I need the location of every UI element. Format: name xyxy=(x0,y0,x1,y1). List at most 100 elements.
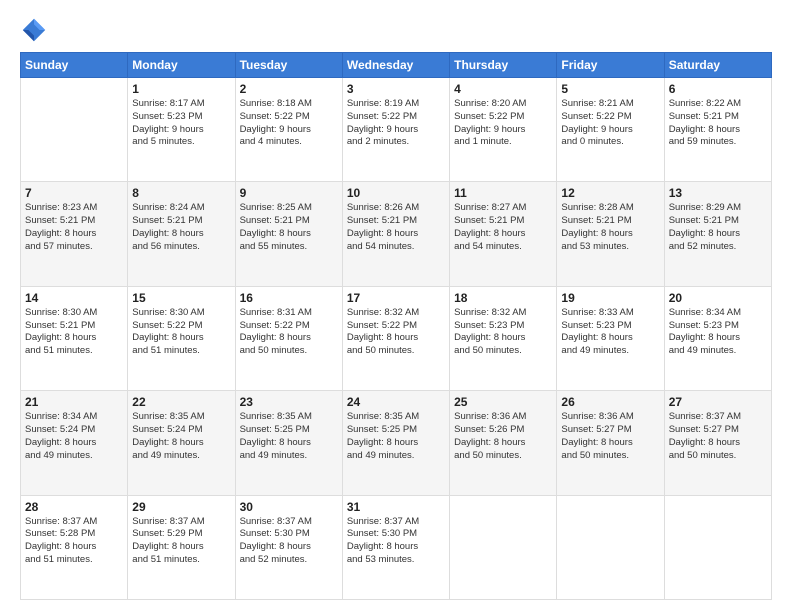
calendar-cell: 21 Sunrise: 8:34 AM Sunset: 5:24 PM Dayli… xyxy=(21,391,128,495)
day-number: 27 xyxy=(669,395,767,409)
day-number: 18 xyxy=(454,291,552,305)
header-day-saturday: Saturday xyxy=(664,53,771,78)
day-number: 16 xyxy=(240,291,338,305)
cell-info: Sunrise: 8:30 AM Sunset: 5:21 PM Dayligh… xyxy=(25,307,123,358)
calendar-cell: 9Sunrise: 8:25 AM Sunset: 5:21 PM Daylig… xyxy=(235,182,342,286)
calendar-cell: 20 Sunrise: 8:34 AM Sunset: 5:23 PM Dayli… xyxy=(664,286,771,390)
calendar-cell: 27 Sunrise: 8:37 AM Sunset: 5:27 PM Dayli… xyxy=(664,391,771,495)
calendar-cell: 28 Sunrise: 8:37 AM Sunset: 5:28 PM Dayli… xyxy=(21,495,128,599)
cell-info: Sunrise: 8:37 AM Sunset: 5:29 PM Dayligh… xyxy=(132,516,230,567)
day-number: 4 xyxy=(454,82,552,96)
day-number: 26 xyxy=(561,395,659,409)
day-number: 24 xyxy=(347,395,445,409)
calendar-cell: 29Sunrise: 8:37 AM Sunset: 5:29 PM Dayli… xyxy=(128,495,235,599)
cell-info: Sunrise: 8:36 AM Sunset: 5:26 PM Dayligh… xyxy=(454,411,552,462)
calendar-cell: 23Sunrise: 8:35 AM Sunset: 5:25 PM Dayli… xyxy=(235,391,342,495)
logo xyxy=(20,16,52,44)
cell-info: Sunrise: 8:36 AM Sunset: 5:27 PM Dayligh… xyxy=(561,411,659,462)
cell-info: Sunrise: 8:20 AM Sunset: 5:22 PM Dayligh… xyxy=(454,98,552,149)
day-number: 10 xyxy=(347,186,445,200)
day-number: 7 xyxy=(25,186,123,200)
cell-info: Sunrise: 8:24 AM Sunset: 5:21 PM Dayligh… xyxy=(132,202,230,253)
day-number: 5 xyxy=(561,82,659,96)
header-day-friday: Friday xyxy=(557,53,664,78)
calendar-cell: 19Sunrise: 8:33 AM Sunset: 5:23 PM Dayli… xyxy=(557,286,664,390)
cell-info: Sunrise: 8:22 AM Sunset: 5:21 PM Dayligh… xyxy=(669,98,767,149)
calendar-cell: 31 Sunrise: 8:37 AM Sunset: 5:30 PM Dayli… xyxy=(342,495,449,599)
day-number: 28 xyxy=(25,500,123,514)
cell-info: Sunrise: 8:34 AM Sunset: 5:24 PM Dayligh… xyxy=(25,411,123,462)
cell-info: Sunrise: 8:32 AM Sunset: 5:22 PM Dayligh… xyxy=(347,307,445,358)
day-number: 25 xyxy=(454,395,552,409)
calendar-cell xyxy=(664,495,771,599)
header-day-tuesday: Tuesday xyxy=(235,53,342,78)
calendar-week-row: 21 Sunrise: 8:34 AM Sunset: 5:24 PM Dayli… xyxy=(21,391,772,495)
calendar-week-row: 28 Sunrise: 8:37 AM Sunset: 5:28 PM Dayli… xyxy=(21,495,772,599)
day-number: 9 xyxy=(240,186,338,200)
calendar-cell: 14 Sunrise: 8:30 AM Sunset: 5:21 PM Dayli… xyxy=(21,286,128,390)
header-day-sunday: Sunday xyxy=(21,53,128,78)
day-number: 20 xyxy=(669,291,767,305)
calendar-cell: 3 Sunrise: 8:19 AM Sunset: 5:22 PM Daylig… xyxy=(342,78,449,182)
day-number: 14 xyxy=(25,291,123,305)
day-number: 8 xyxy=(132,186,230,200)
calendar-table: SundayMondayTuesdayWednesdayThursdayFrid… xyxy=(20,52,772,600)
cell-info: Sunrise: 8:17 AM Sunset: 5:23 PM Dayligh… xyxy=(132,98,230,149)
day-number: 13 xyxy=(669,186,767,200)
day-number: 21 xyxy=(25,395,123,409)
cell-info: Sunrise: 8:28 AM Sunset: 5:21 PM Dayligh… xyxy=(561,202,659,253)
header-day-thursday: Thursday xyxy=(450,53,557,78)
page: SundayMondayTuesdayWednesdayThursdayFrid… xyxy=(0,0,792,612)
calendar-cell: 5 Sunrise: 8:21 AM Sunset: 5:22 PM Daylig… xyxy=(557,78,664,182)
calendar-cell: 10 Sunrise: 8:26 AM Sunset: 5:21 PM Dayli… xyxy=(342,182,449,286)
day-number: 12 xyxy=(561,186,659,200)
calendar-header-row: SundayMondayTuesdayWednesdayThursdayFrid… xyxy=(21,53,772,78)
cell-info: Sunrise: 8:37 AM Sunset: 5:28 PM Dayligh… xyxy=(25,516,123,567)
calendar-cell: 11Sunrise: 8:27 AM Sunset: 5:21 PM Dayli… xyxy=(450,182,557,286)
calendar-cell: 24 Sunrise: 8:35 AM Sunset: 5:25 PM Dayli… xyxy=(342,391,449,495)
calendar-cell: 30Sunrise: 8:37 AM Sunset: 5:30 PM Dayli… xyxy=(235,495,342,599)
calendar-cell: 1 Sunrise: 8:17 AM Sunset: 5:23 PM Daylig… xyxy=(128,78,235,182)
calendar-cell: 18 Sunrise: 8:32 AM Sunset: 5:23 PM Dayli… xyxy=(450,286,557,390)
calendar-cell: 16Sunrise: 8:31 AM Sunset: 5:22 PM Dayli… xyxy=(235,286,342,390)
day-number: 3 xyxy=(347,82,445,96)
day-number: 6 xyxy=(669,82,767,96)
calendar-cell: 7 Sunrise: 8:23 AM Sunset: 5:21 PM Daylig… xyxy=(21,182,128,286)
cell-info: Sunrise: 8:37 AM Sunset: 5:30 PM Dayligh… xyxy=(347,516,445,567)
calendar-cell: 25 Sunrise: 8:36 AM Sunset: 5:26 PM Dayli… xyxy=(450,391,557,495)
calendar-cell: 12 Sunrise: 8:28 AM Sunset: 5:21 PM Dayli… xyxy=(557,182,664,286)
calendar-cell: 2 Sunrise: 8:18 AM Sunset: 5:22 PM Daylig… xyxy=(235,78,342,182)
day-number: 22 xyxy=(132,395,230,409)
header-day-wednesday: Wednesday xyxy=(342,53,449,78)
cell-info: Sunrise: 8:35 AM Sunset: 5:24 PM Dayligh… xyxy=(132,411,230,462)
cell-info: Sunrise: 8:37 AM Sunset: 5:30 PM Dayligh… xyxy=(240,516,338,567)
calendar-cell: 17 Sunrise: 8:32 AM Sunset: 5:22 PM Dayli… xyxy=(342,286,449,390)
cell-info: Sunrise: 8:21 AM Sunset: 5:22 PM Dayligh… xyxy=(561,98,659,149)
day-number: 15 xyxy=(132,291,230,305)
day-number: 2 xyxy=(240,82,338,96)
calendar-cell xyxy=(21,78,128,182)
day-number: 31 xyxy=(347,500,445,514)
cell-info: Sunrise: 8:34 AM Sunset: 5:23 PM Dayligh… xyxy=(669,307,767,358)
cell-info: Sunrise: 8:27 AM Sunset: 5:21 PM Dayligh… xyxy=(454,202,552,253)
day-number: 17 xyxy=(347,291,445,305)
calendar-cell: 26 Sunrise: 8:36 AM Sunset: 5:27 PM Dayli… xyxy=(557,391,664,495)
cell-info: Sunrise: 8:32 AM Sunset: 5:23 PM Dayligh… xyxy=(454,307,552,358)
cell-info: Sunrise: 8:18 AM Sunset: 5:22 PM Dayligh… xyxy=(240,98,338,149)
cell-info: Sunrise: 8:37 AM Sunset: 5:27 PM Dayligh… xyxy=(669,411,767,462)
day-number: 23 xyxy=(240,395,338,409)
calendar-cell: 22 Sunrise: 8:35 AM Sunset: 5:24 PM Dayli… xyxy=(128,391,235,495)
day-number: 1 xyxy=(132,82,230,96)
cell-info: Sunrise: 8:23 AM Sunset: 5:21 PM Dayligh… xyxy=(25,202,123,253)
cell-info: Sunrise: 8:35 AM Sunset: 5:25 PM Dayligh… xyxy=(347,411,445,462)
cell-info: Sunrise: 8:29 AM Sunset: 5:21 PM Dayligh… xyxy=(669,202,767,253)
calendar-cell xyxy=(557,495,664,599)
calendar-cell: 15 Sunrise: 8:30 AM Sunset: 5:22 PM Dayli… xyxy=(128,286,235,390)
cell-info: Sunrise: 8:30 AM Sunset: 5:22 PM Dayligh… xyxy=(132,307,230,358)
calendar-cell: 8 Sunrise: 8:24 AM Sunset: 5:21 PM Daylig… xyxy=(128,182,235,286)
header-day-monday: Monday xyxy=(128,53,235,78)
header xyxy=(20,16,772,44)
cell-info: Sunrise: 8:26 AM Sunset: 5:21 PM Dayligh… xyxy=(347,202,445,253)
cell-info: Sunrise: 8:19 AM Sunset: 5:22 PM Dayligh… xyxy=(347,98,445,149)
logo-icon xyxy=(20,16,48,44)
